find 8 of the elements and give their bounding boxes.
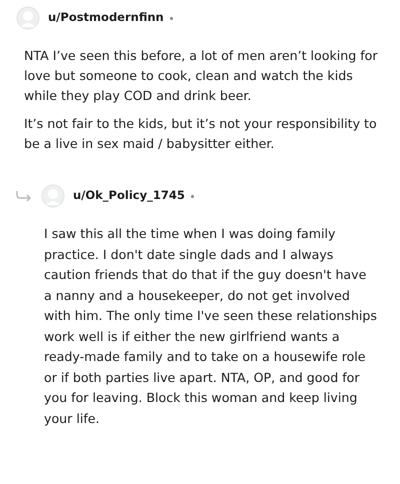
username[interactable]: u/Postmodernfinn (48, 9, 164, 27)
avatar-icon (41, 184, 65, 208)
reply-arrow-icon (15, 190, 33, 202)
comment-paragraph: It’s not fair to the kids, but it’s not your responsibility to be a live in sex maid / babysitter either. (24, 115, 378, 153)
avatar-icon (16, 6, 40, 30)
comment-paragraph: NTA I’ve seen this before, a lot of men aren’t looking for love but someone to cook, clean and watch the kids while they play COD and drink beer. (24, 47, 379, 105)
username[interactable]: u/Ok_Policy_1745 (73, 187, 185, 205)
comment-paragraph: I saw this all the time when I was doing family practice. I don't date single dads and I always caution friends that do that if the guy doesn't have a nanny and a housekeeper, do not get involved with him. The only time I've seen these relationships work well is if either the new girlfriend wants a ready-made family and to take on a housewife role or if both parties live apart. NTA, OP, and good for you for leaving. Block this woman and keep living your life. (44, 225, 378, 428)
